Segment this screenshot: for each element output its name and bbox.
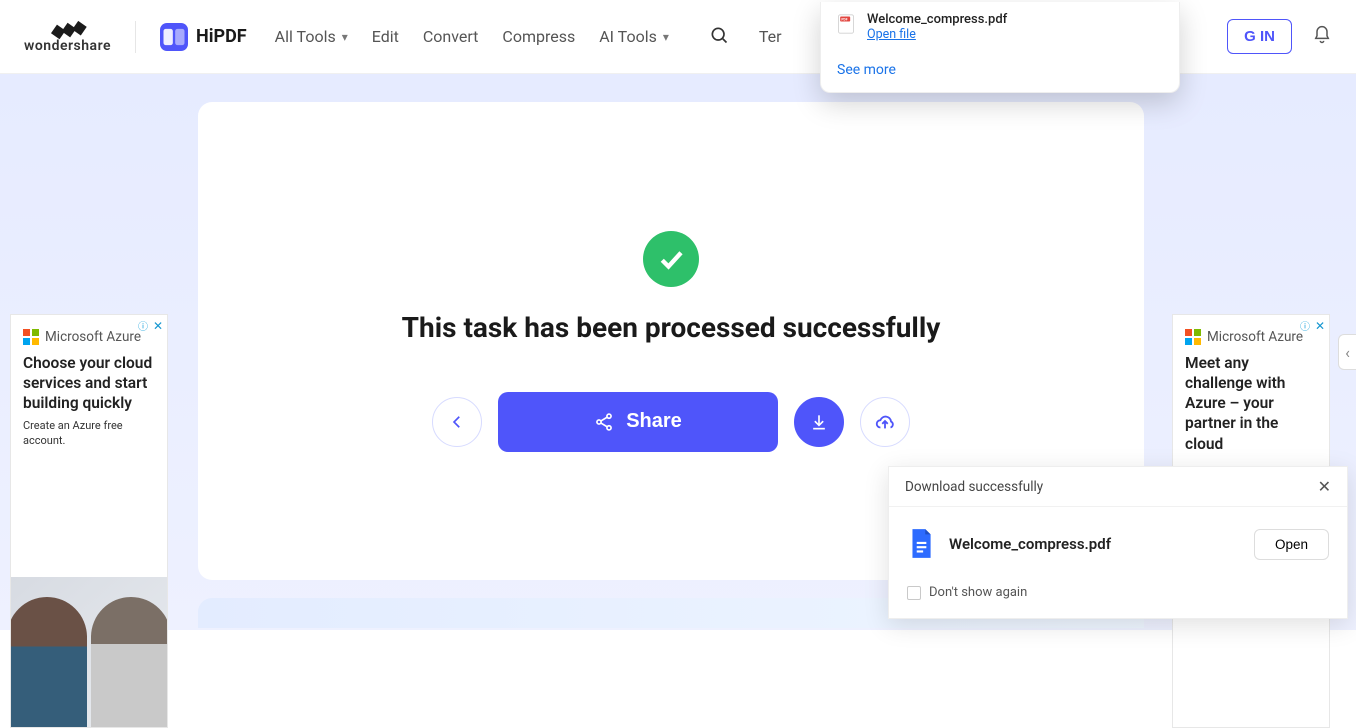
download-open-link[interactable]: Open file bbox=[867, 27, 1007, 42]
adchoices-icon[interactable]: ⓘ bbox=[1300, 318, 1310, 333]
chevron-down-icon: ▾ bbox=[663, 30, 669, 44]
dont-show-label: Don't show again bbox=[929, 585, 1027, 600]
ad-left[interactable]: ⓘ ✕ Microsoft Azure Choose your cloud se… bbox=[10, 314, 168, 728]
nav-convert[interactable]: Convert bbox=[423, 27, 479, 46]
ad-badge: ⓘ ✕ bbox=[1300, 318, 1325, 333]
download-button[interactable] bbox=[794, 397, 844, 447]
ad-badge: ⓘ ✕ bbox=[138, 318, 163, 333]
chevron-down-icon: ▾ bbox=[342, 30, 348, 44]
bell-icon bbox=[1312, 25, 1332, 45]
hipdf-icon bbox=[160, 23, 188, 51]
nav-all-tools[interactable]: All Tools ▾ bbox=[275, 27, 348, 46]
ad-left-sub: Create an Azure free account. bbox=[11, 413, 167, 454]
ad-left-image bbox=[11, 577, 167, 727]
hipdf-name: HiPDF bbox=[196, 26, 247, 47]
nav-templates-partial[interactable]: Ter bbox=[759, 27, 782, 46]
svg-text:PDF: PDF bbox=[841, 17, 847, 21]
nav-all-tools-label: All Tools bbox=[275, 27, 336, 46]
downloads-see-more[interactable]: See more bbox=[837, 62, 1163, 78]
microsoft-icon bbox=[1185, 329, 1201, 345]
main-nav: All Tools ▾ Edit Convert Compress AI Too… bbox=[275, 19, 782, 54]
ad-close-icon[interactable]: ✕ bbox=[153, 319, 163, 333]
share-button-label: Share bbox=[626, 410, 682, 433]
download-filename: Welcome_compress.pdf bbox=[867, 12, 1007, 27]
login-button[interactable]: G IN bbox=[1227, 19, 1292, 54]
wondershare-name: wondershare bbox=[24, 38, 111, 54]
success-check-circle bbox=[643, 231, 699, 287]
notifications-button[interactable] bbox=[1312, 25, 1332, 49]
ad-right-headline: Meet any challenge with Azure – your par… bbox=[1173, 353, 1329, 454]
toast-title: Download successfully bbox=[905, 479, 1043, 495]
download-icon bbox=[809, 412, 829, 432]
side-collapse-handle[interactable]: ‹ bbox=[1338, 334, 1356, 370]
cloud-upload-button[interactable] bbox=[860, 397, 910, 447]
ad-brand-label: Microsoft Azure bbox=[45, 329, 141, 345]
nav-ai-tools-label: AI Tools bbox=[599, 27, 657, 46]
divider bbox=[135, 21, 136, 53]
ad-close-icon[interactable]: ✕ bbox=[1315, 319, 1325, 333]
share-button[interactable]: Share bbox=[498, 392, 778, 452]
nav-compress[interactable]: Compress bbox=[502, 27, 575, 46]
pdf-file-icon: PDF bbox=[837, 14, 855, 34]
header-right: G IN bbox=[1227, 19, 1332, 54]
wondershare-logo[interactable]: ◆◆◆ wondershare bbox=[24, 19, 111, 54]
download-item[interactable]: PDF Welcome_compress.pdf Open file bbox=[837, 12, 1163, 42]
success-title: This task has been processed successfull… bbox=[402, 311, 941, 344]
search-icon bbox=[709, 25, 729, 45]
toast-header: Download successfully ✕ bbox=[889, 467, 1347, 507]
ad-brand-label: Microsoft Azure bbox=[1207, 329, 1303, 345]
ad-left-headline: Choose your cloud services and start bui… bbox=[11, 353, 167, 413]
adchoices-icon[interactable]: ⓘ bbox=[138, 318, 148, 333]
check-icon bbox=[656, 244, 686, 274]
toast-filename: Welcome_compress.pdf bbox=[949, 535, 1240, 553]
cloud-upload-icon bbox=[874, 411, 896, 433]
hipdf-logo[interactable]: HiPDF bbox=[160, 23, 247, 51]
action-row: Share bbox=[432, 392, 910, 452]
document-icon bbox=[907, 527, 935, 561]
microsoft-icon bbox=[23, 329, 39, 345]
toast-open-button[interactable]: Open bbox=[1254, 529, 1329, 560]
nav-edit[interactable]: Edit bbox=[372, 27, 399, 46]
chevron-left-icon bbox=[448, 413, 466, 431]
back-button[interactable] bbox=[432, 397, 482, 447]
brand-group: ◆◆◆ wondershare HiPDF bbox=[24, 19, 247, 54]
browser-download-dropdown: PDF Welcome_compress.pdf Open file See m… bbox=[820, 2, 1180, 93]
share-icon bbox=[594, 412, 614, 432]
toast-close-button[interactable]: ✕ bbox=[1318, 477, 1331, 496]
download-toast: Download successfully ✕ Welcome_compress… bbox=[888, 466, 1348, 619]
nav-ai-tools[interactable]: AI Tools ▾ bbox=[599, 27, 669, 46]
dont-show-checkbox[interactable] bbox=[907, 586, 921, 600]
search-button[interactable] bbox=[703, 19, 735, 54]
